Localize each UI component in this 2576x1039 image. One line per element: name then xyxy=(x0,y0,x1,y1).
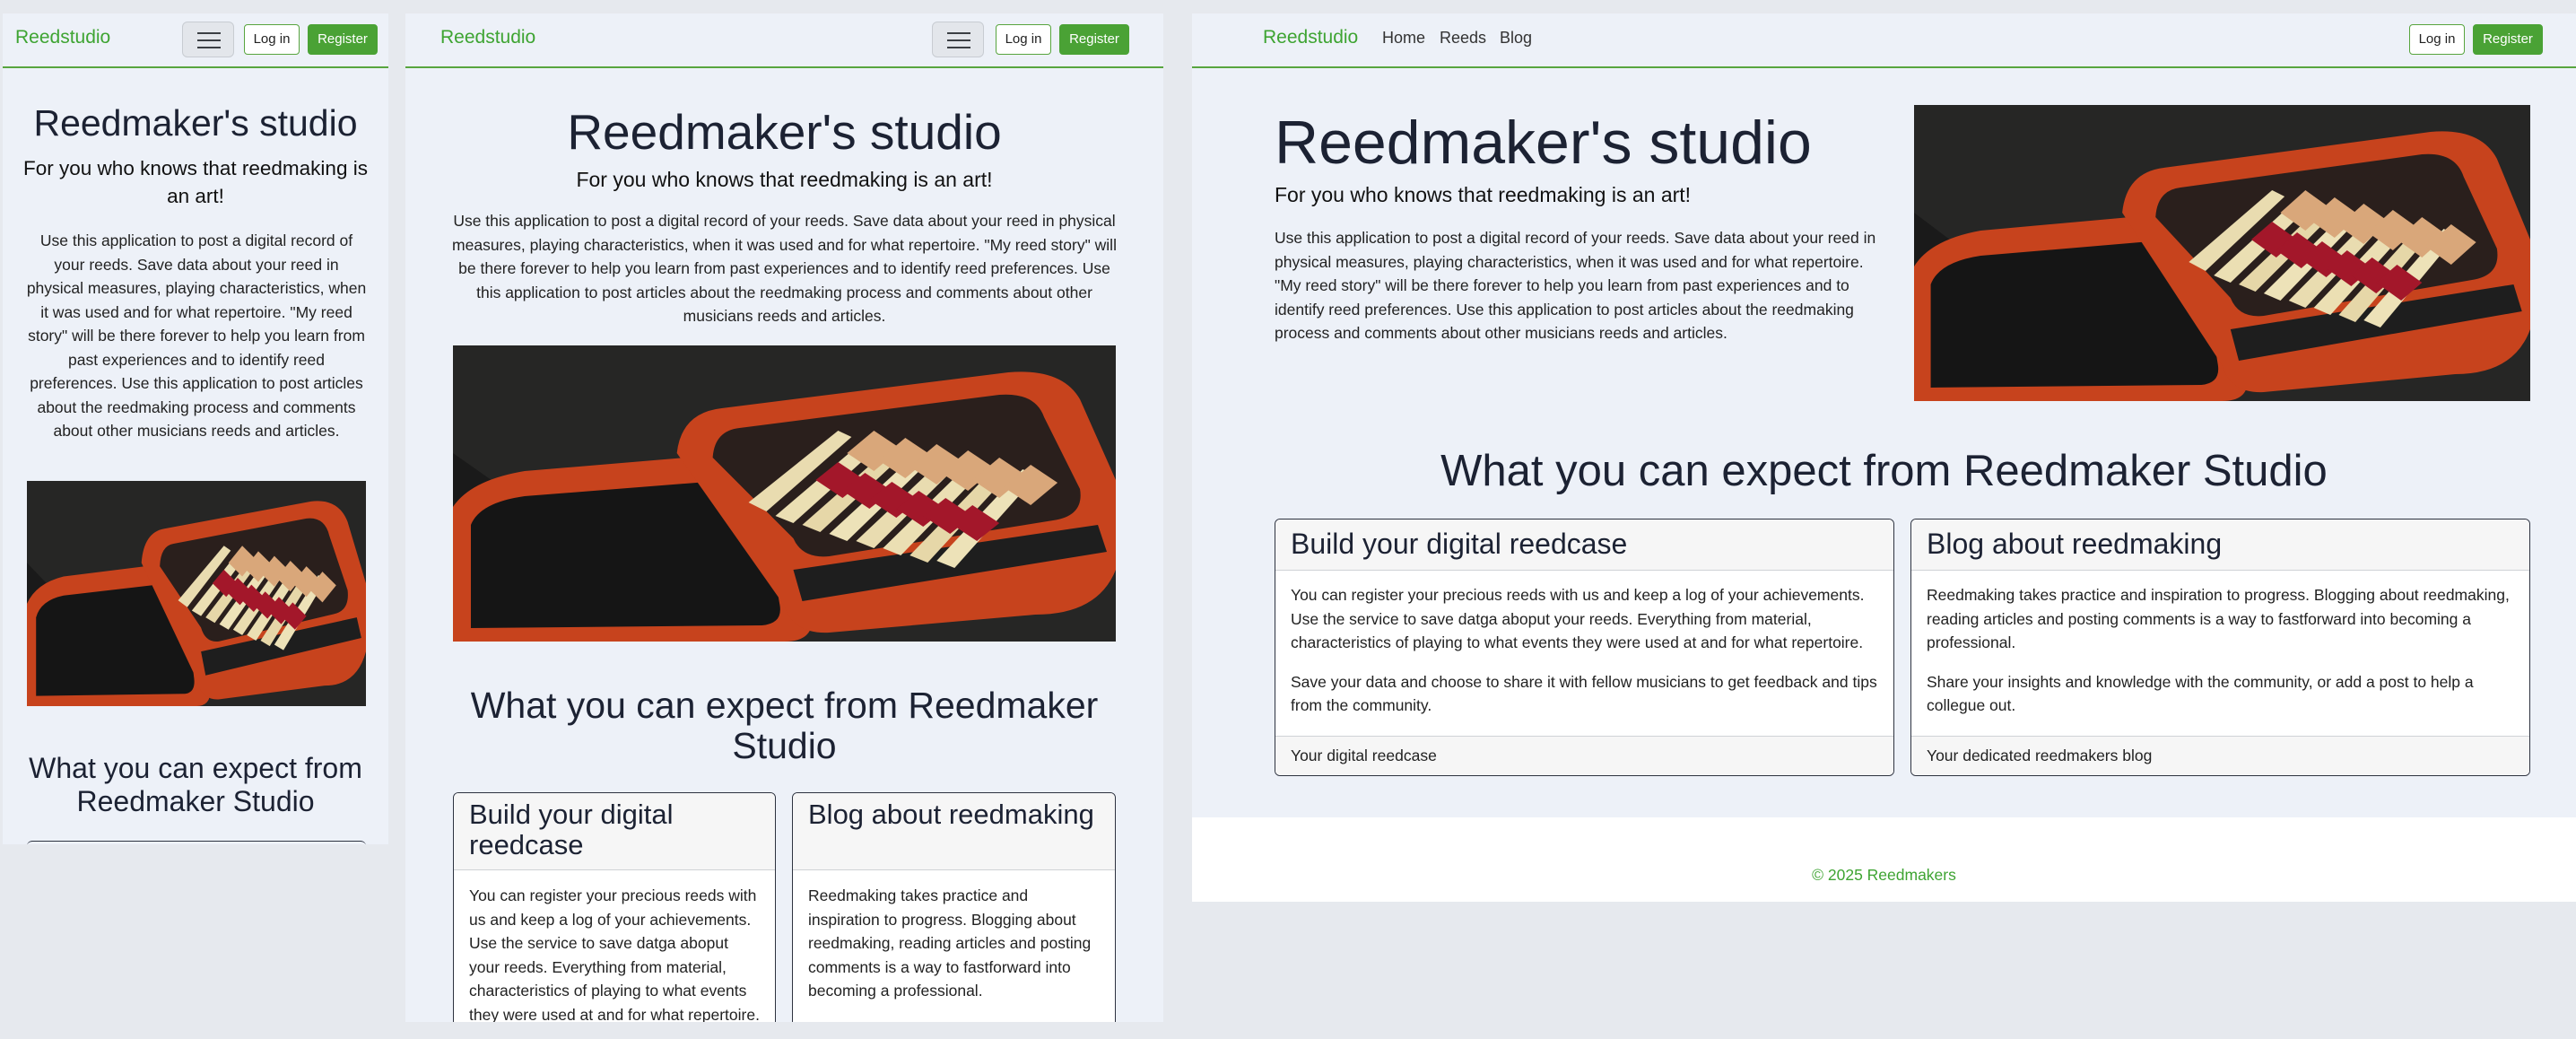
page-footer: © 2025 Reedmakers xyxy=(1192,817,2576,902)
feature-card-reedcase: Build your digital reedcase You can regi… xyxy=(1275,519,1894,776)
mobile-viewport: Reedstudio Log in Register Reedmaker's s… xyxy=(3,13,388,844)
reedcase-photo xyxy=(453,345,1116,642)
features-heading: What you can expect from Reedmaker Studi… xyxy=(29,752,362,817)
hero-description: Use this application to post a digital r… xyxy=(452,212,1117,325)
reedcase-photo xyxy=(1914,105,2530,401)
nav-link-blog[interactable]: Blog xyxy=(1500,29,1532,48)
hero-description: Use this application to post a digital r… xyxy=(1275,229,1876,342)
copyright-text: © 2025 Reedmakers xyxy=(1812,866,1956,884)
card-title: Build your digital reedcase xyxy=(1291,528,1628,560)
hero-subtitle: For you who knows that reedmaking is an … xyxy=(23,157,368,207)
register-button[interactable]: Register xyxy=(1059,24,1129,55)
page-title: Reedmaker's studio xyxy=(1275,109,1812,177)
brand-link[interactable]: Reedstudio xyxy=(1263,27,1358,48)
login-button[interactable]: Log in xyxy=(2409,24,2465,55)
hero-subtitle: For you who knows that reedmaking is an … xyxy=(576,168,993,191)
features-heading: What you can expect from Reedmaker Studi… xyxy=(1440,447,2328,495)
reedcase-illustration xyxy=(27,481,366,706)
card-text: You can register your precious reeds wit… xyxy=(469,886,760,1022)
page-title: Reedmaker's studio xyxy=(567,104,1002,160)
reedcase-photo xyxy=(27,481,366,706)
register-button[interactable]: Register xyxy=(2473,24,2543,55)
page-title: Reedmaker's studio xyxy=(33,102,358,144)
nav-link-reeds[interactable]: Reeds xyxy=(1440,29,1486,48)
brand-link[interactable]: Reedstudio xyxy=(15,27,110,48)
card-text: Reedmaking takes practice and inspiratio… xyxy=(1927,586,2510,651)
hero-subtitle: For you who knows that reedmaking is an … xyxy=(1275,183,1692,206)
card-text: Share your insights and knowledge with t… xyxy=(1927,672,2474,715)
features-heading: What you can expect from Reedmaker Studi… xyxy=(470,685,1099,766)
login-button[interactable]: Log in xyxy=(996,24,1051,55)
reedcase-illustration xyxy=(453,345,1116,642)
nav-link-home[interactable]: Home xyxy=(1382,29,1425,48)
card-title: Blog about reedmaking xyxy=(808,799,1094,830)
card-top-edge xyxy=(27,841,366,844)
reedcase-illustration xyxy=(1914,105,2530,401)
navbar: Reedstudio Log in Register xyxy=(3,13,388,68)
navbar-toggler[interactable] xyxy=(932,22,984,57)
feature-card-reedcase: Build your digital reedcase You can regi… xyxy=(453,792,776,1022)
card-text: Save your data and choose to share it wi… xyxy=(1291,672,1877,715)
navbar: Reedstudio Home Reeds Blog Log in Regist… xyxy=(1192,13,2576,68)
card-title: Blog about reedmaking xyxy=(1927,528,2223,560)
feature-card-blog: Blog about reedmaking Reedmaking takes p… xyxy=(1910,519,2530,776)
navbar-toggler[interactable] xyxy=(182,22,234,57)
card-footer: Your digital reedcase xyxy=(1275,736,1893,775)
card-footer: Your dedicated reedmakers blog xyxy=(1911,736,2529,775)
card-title: Build your digital reedcase xyxy=(469,799,674,860)
hero-description: Use this application to post a digital r… xyxy=(26,231,367,440)
card-text: You can register your precious reeds wit… xyxy=(1291,586,1865,651)
card-text: Reedmaking takes practice and inspiratio… xyxy=(808,886,1092,1000)
login-button[interactable]: Log in xyxy=(244,24,300,55)
brand-link[interactable]: Reedstudio xyxy=(440,27,535,48)
navbar: Reedstudio Log in Register xyxy=(405,13,1163,68)
register-button[interactable]: Register xyxy=(308,24,378,55)
feature-card-blog: Blog about reedmaking Reedmaking takes p… xyxy=(792,792,1116,1022)
desktop-viewport: Reedstudio Home Reeds Blog Log in Regist… xyxy=(1192,13,2576,902)
tablet-viewport: Reedstudio Log in Register Reedmaker's s… xyxy=(405,13,1163,1022)
